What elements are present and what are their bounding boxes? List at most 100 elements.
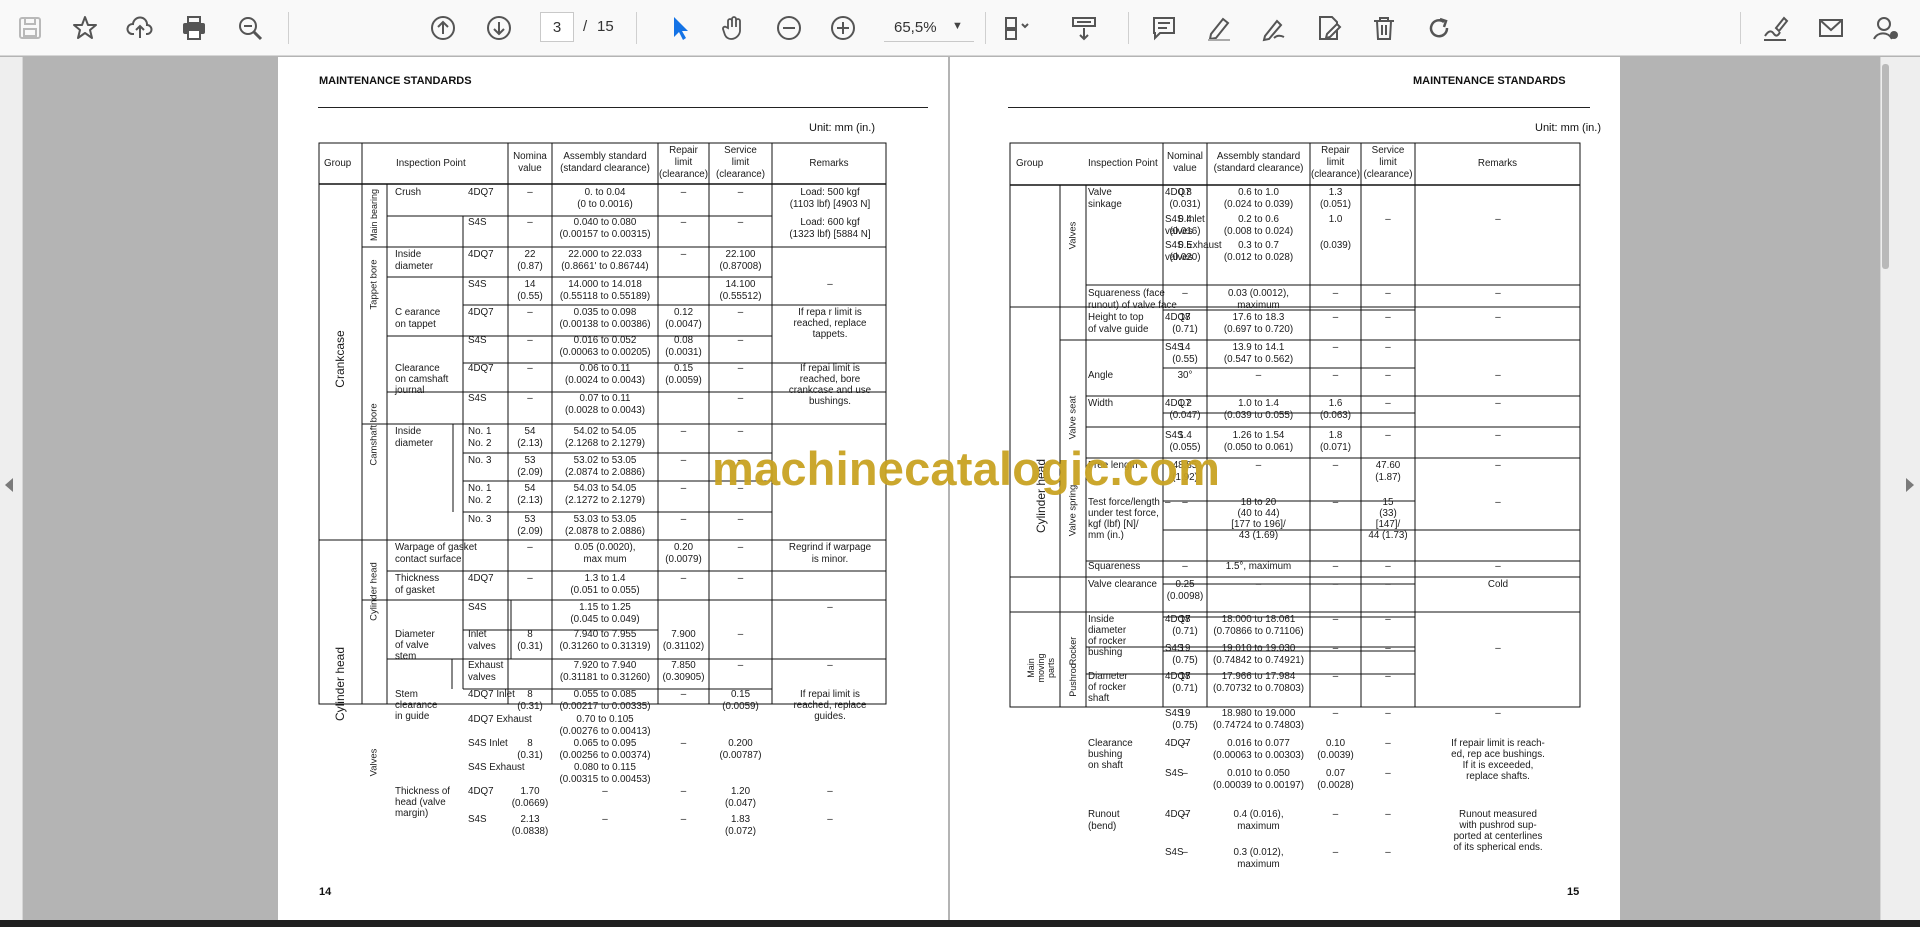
table-cell: 30° bbox=[1177, 370, 1193, 381]
zoom-out-icon[interactable] bbox=[771, 10, 807, 46]
hand-icon[interactable] bbox=[716, 10, 752, 46]
table-cell: Exhaust valves bbox=[468, 660, 504, 683]
group-crankcase: Crankcase bbox=[333, 330, 347, 388]
table-cell: 0.8 (0.031) bbox=[1169, 187, 1201, 210]
fit-page-icon[interactable] bbox=[998, 10, 1034, 46]
page-number: 14 bbox=[319, 886, 332, 898]
table-cell: 22.100 (0.87008) bbox=[719, 249, 762, 272]
table-cell: (0.039) bbox=[1319, 240, 1352, 251]
table-cell: 1.70 (0.0669) bbox=[511, 786, 549, 809]
table-cell: S4S bbox=[468, 814, 487, 825]
print-icon[interactable] bbox=[176, 10, 212, 46]
vertical-scrollbar[interactable] bbox=[1882, 64, 1889, 269]
table-cell: 53 (2.09) bbox=[517, 455, 543, 478]
page-down-icon[interactable] bbox=[481, 10, 517, 46]
table-cell: – bbox=[1385, 671, 1391, 682]
table-cell: 54.03 to 54.05 (2.1272 to 2.1279) bbox=[564, 483, 646, 506]
table-cell: 8 (0.31) bbox=[517, 738, 543, 761]
col-inspection-point: Inspection Point bbox=[1088, 158, 1158, 169]
zoom-dropdown-icon[interactable]: ▼ bbox=[952, 20, 963, 32]
table-cell: – bbox=[1495, 708, 1501, 719]
table-cell: 19.010 to 19.030 (0.74842 to 0.74921) bbox=[1213, 643, 1304, 666]
page-up-icon[interactable] bbox=[425, 10, 461, 46]
star-icon[interactable] bbox=[67, 10, 103, 46]
table-cell: Width bbox=[1088, 398, 1114, 409]
select-arrow-icon[interactable] bbox=[662, 10, 698, 46]
table-cell: S4S Inlet bbox=[468, 738, 508, 749]
table-cell: – bbox=[1385, 847, 1391, 858]
table-cell: – bbox=[1495, 288, 1501, 299]
table-cell: 0.20 (0.0079) bbox=[665, 542, 702, 565]
table-cell: – bbox=[1385, 214, 1391, 225]
expand-left-panel-icon[interactable] bbox=[5, 478, 13, 492]
table-cell: 14 (0.55) bbox=[1172, 342, 1198, 365]
table-cell: 4DQ7 bbox=[468, 573, 494, 584]
table-cell: – bbox=[680, 814, 687, 825]
table-cell: – bbox=[1182, 561, 1188, 572]
comment-icon[interactable] bbox=[1146, 10, 1182, 46]
table-cell: – bbox=[602, 786, 608, 797]
save-icon[interactable] bbox=[12, 10, 48, 46]
table-cell: 7.920 to 7.940 (0.31181 to 0.31260) bbox=[559, 660, 651, 683]
delete-icon[interactable] bbox=[1366, 10, 1402, 46]
table-cell: – bbox=[737, 335, 744, 346]
table-cell: 0.035 to 0.098 (0.00138 to 0.00386) bbox=[559, 307, 651, 330]
upload-icon[interactable] bbox=[122, 10, 158, 46]
table-cell: – bbox=[737, 542, 744, 553]
table-cell: 17.6 to 18.3 (0.697 to 0.720) bbox=[1223, 312, 1294, 335]
table-cell: – bbox=[1385, 579, 1391, 590]
expand-right-panel-icon[interactable] bbox=[1906, 478, 1914, 492]
table-cell: 0.6 to 1.0 (0.024 to 0.039) bbox=[1223, 187, 1294, 210]
table-cell: – bbox=[527, 335, 533, 346]
table-cell: – bbox=[1332, 809, 1339, 820]
table-cell: – bbox=[827, 602, 833, 613]
table-cell: S4S Exhaust bbox=[468, 762, 525, 773]
mail-icon[interactable] bbox=[1813, 10, 1849, 46]
table-cell: – bbox=[737, 217, 744, 228]
table-cell: 13.9 to 14.1 (0.547 to 0.562) bbox=[1223, 342, 1294, 365]
table-cell: 47.60 (1.87) bbox=[1375, 460, 1401, 483]
edit-pdf-icon[interactable] bbox=[1311, 10, 1347, 46]
col-group: Group bbox=[324, 158, 352, 169]
table-cell: – bbox=[827, 786, 833, 797]
table-cell: – bbox=[1182, 809, 1188, 820]
highlight-pen-icon[interactable] bbox=[1201, 10, 1237, 46]
page-number-input[interactable]: 3 bbox=[540, 12, 574, 42]
table-cell: 18.980 to 19.000 (0.74724 to 0.74803) bbox=[1213, 708, 1304, 731]
table-cell: Runout (bend) bbox=[1088, 809, 1120, 832]
table-cell: 0. to 0.04 (0 to 0.0016) bbox=[577, 187, 633, 210]
table-cell: – bbox=[1332, 708, 1339, 719]
table-cell: S4S bbox=[468, 602, 487, 613]
table-cell: – bbox=[1332, 614, 1339, 625]
table-cell: 0.2 to 0.6 (0.008 to 0.024) bbox=[1223, 214, 1294, 237]
table-cell: 7.850 (0.30905) bbox=[662, 660, 705, 683]
table-cell: 0.06 to 0.11 (0.0024 to 0.0043) bbox=[564, 363, 646, 386]
table-cell: 4DQ7 bbox=[468, 786, 494, 797]
draw-icon[interactable] bbox=[1256, 10, 1292, 46]
table-cell: – bbox=[527, 573, 533, 584]
col-remarks: Remarks bbox=[809, 158, 849, 169]
table-cell: – bbox=[1332, 671, 1339, 682]
table-cell: No. 1 No. 2 bbox=[468, 483, 492, 506]
table-cell: – bbox=[1332, 561, 1339, 572]
table-cell: Inlet valves bbox=[468, 629, 496, 652]
table-cell: 53.02 to 53.05 (2.0874 to 2.0886) bbox=[564, 455, 646, 478]
sign-icon[interactable] bbox=[1757, 10, 1793, 46]
table-cell: Valve sinkage bbox=[1088, 187, 1122, 210]
table-cell: S4S bbox=[468, 217, 487, 228]
table-cell: No. 1 No. 2 bbox=[468, 426, 492, 449]
zoom-search-icon[interactable] bbox=[232, 10, 268, 46]
table-cell: – bbox=[527, 187, 533, 198]
account-icon[interactable] bbox=[1868, 10, 1904, 46]
table-cell: Test force/length under test force, kgf … bbox=[1088, 497, 1160, 541]
table-cell: – bbox=[1495, 370, 1501, 381]
table-cell: 4DQ7 bbox=[468, 307, 494, 318]
table-cell: 18 (0.71) bbox=[1172, 671, 1198, 694]
table-cell: 53.03 to 53.05 (2.0878 to 2.0886) bbox=[564, 514, 646, 537]
rotate-icon[interactable] bbox=[1421, 10, 1457, 46]
page-number: 15 bbox=[1567, 886, 1580, 898]
table-cell: – bbox=[1385, 643, 1391, 654]
scroll-mode-icon[interactable] bbox=[1066, 10, 1102, 46]
zoom-in-icon[interactable] bbox=[825, 10, 861, 46]
table-cell: – bbox=[1495, 312, 1501, 323]
